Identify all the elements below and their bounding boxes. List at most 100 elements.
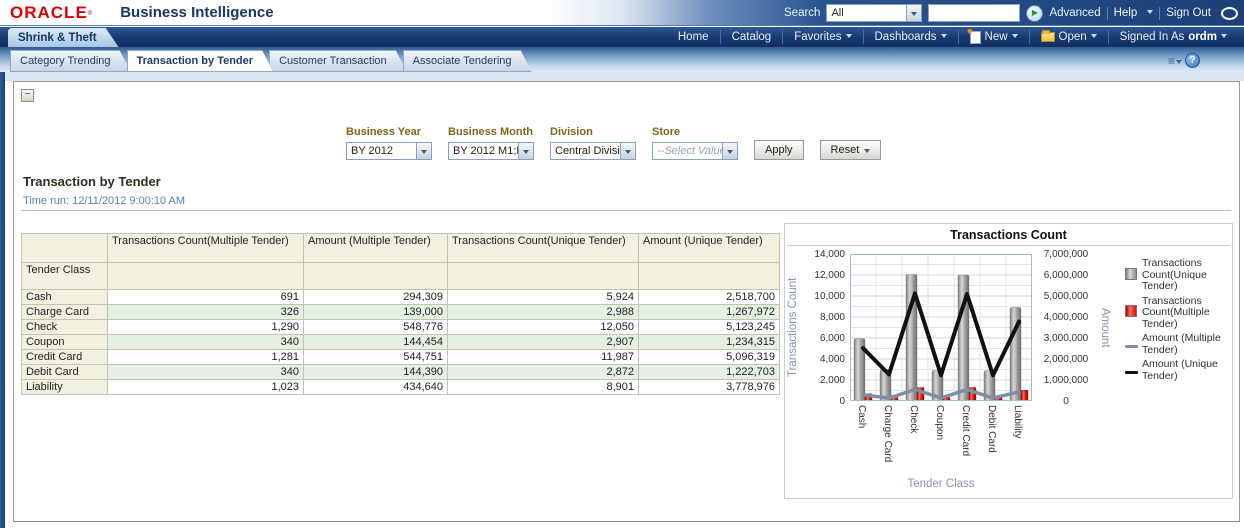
x-axis-label: Credit Card — [960, 405, 971, 471]
nav-item-open[interactable]: Open — [1029, 30, 1108, 44]
tab-category-trending[interactable]: Category Trending — [10, 50, 131, 72]
sign-out-link[interactable]: Sign Out — [1166, 7, 1211, 19]
page-tools: ≡ ? — [1168, 53, 1200, 68]
chevron-down-icon — [864, 149, 870, 156]
right-axis-tick: 7,000,000 — [1035, 249, 1097, 260]
plot-area — [850, 254, 1032, 404]
table-row: Coupon340144,4542,9071,234,315 — [22, 335, 780, 350]
left-edge-stripe — [0, 72, 5, 528]
chevron-down-icon — [1012, 34, 1018, 41]
left-axis-tick: 10,000 — [799, 291, 845, 302]
right-axis-title: Amount — [1099, 254, 1111, 401]
legend-label: Transactions Count(Unique Tender) — [1142, 258, 1228, 293]
nav-item-label: Open — [1059, 31, 1087, 43]
nav-item-home[interactable]: Home — [667, 30, 720, 44]
nav-item-signed-in-as[interactable]: Signed In Asordm — [1108, 30, 1238, 44]
data-cell: 294,309 — [304, 290, 448, 305]
play-icon: ▶ — [1032, 9, 1038, 17]
search-input[interactable] — [928, 4, 1020, 22]
tab-customer-transaction[interactable]: Customer Transaction — [269, 50, 407, 72]
legend-line-swatch — [1125, 371, 1138, 374]
column-header: Amount (Multiple Tender) — [304, 234, 448, 263]
nav-item-label: Home — [678, 31, 709, 43]
divider — [787, 245, 1230, 246]
data-cell: 1,023 — [108, 380, 304, 395]
signed-in-user: ordm — [1188, 31, 1217, 43]
right-axis-tick: 0 — [1035, 396, 1097, 407]
user-icon — [1221, 7, 1238, 20]
help-icon[interactable]: ? — [1185, 53, 1200, 68]
right-axis-tick: 2,000,000 — [1035, 354, 1097, 365]
chart-legend: Transactions Count(Unique Tender)Transac… — [1125, 258, 1231, 385]
help-menu[interactable]: Help — [1114, 7, 1138, 19]
row-label: Debit Card — [22, 365, 108, 380]
dashboard-page-tab[interactable]: Shrink & Theft — [8, 28, 119, 47]
nav-item-favorites[interactable]: Favorites — [782, 30, 862, 44]
apply-button[interactable]: Apply — [754, 140, 804, 160]
pivot-table-wrap: Transactions Count(Multiple Tender)Amoun… — [21, 233, 780, 395]
data-cell: 326 — [108, 305, 304, 320]
filter-label: Business Year — [346, 126, 432, 138]
nav-item-label: Dashboards — [875, 31, 937, 43]
open-folder-icon — [1041, 32, 1055, 42]
nav-item-dashboards[interactable]: Dashboards — [863, 30, 958, 44]
search-scope-select[interactable]: All — [826, 4, 922, 22]
time-run-label: Time run: 12/11/2012 9:00:10 AM — [23, 195, 185, 207]
filter-division: DivisionCentral Division — [550, 126, 636, 160]
data-cell: 2,988 — [448, 305, 639, 320]
data-cell: 144,454 — [304, 335, 448, 350]
reset-button[interactable]: Reset — [820, 140, 882, 160]
data-cell: 5,123,245 — [639, 320, 780, 335]
filter-business-year: Business Year BY 2012 — [346, 126, 432, 160]
nav-item-catalog[interactable]: Catalog — [720, 30, 783, 44]
chevron-down-icon[interactable] — [620, 143, 635, 159]
data-cell: 340 — [108, 335, 304, 350]
advanced-link[interactable]: Advanced — [1049, 7, 1100, 19]
column-header: Transactions Count(Unique Tender) — [448, 234, 639, 263]
data-cell: 5,924 — [448, 290, 639, 305]
nav-item-label: Signed In As — [1120, 31, 1185, 43]
page-options-icon[interactable]: ≡ — [1168, 54, 1175, 68]
data-cell: 1,267,972 — [639, 305, 780, 320]
x-axis-label: Cash — [856, 405, 867, 471]
product-title: Business Intelligence — [120, 4, 273, 21]
collapse-section-button[interactable]: − — [21, 89, 34, 102]
new-document-icon — [970, 31, 981, 44]
main-nav-bar: Shrink & Theft Home CatalogFavorites Dashb… — [0, 27, 1244, 47]
nav-item-label: New — [985, 31, 1008, 43]
registered-mark: ® — [88, 11, 92, 17]
filter-select[interactable]: --Select Value-- — [652, 142, 738, 160]
transactions-chart: Transactions Count Transactions Count Am… — [784, 223, 1233, 499]
tab-associate-tendering[interactable]: Associate Tendering — [403, 50, 532, 72]
x-axis-label: Coupon — [934, 405, 945, 471]
x-axis-label: Check — [908, 405, 919, 471]
data-cell: 691 — [108, 290, 304, 305]
search-go-button[interactable]: ▶ — [1026, 5, 1043, 22]
tender-table: Transactions Count(Multiple Tender)Amoun… — [21, 233, 780, 395]
filter-select[interactable]: BY 2012 — [346, 142, 432, 160]
chevron-down-icon[interactable] — [518, 143, 533, 159]
data-cell: 139,000 — [304, 305, 448, 320]
filter-select[interactable]: BY 2012 M1;BY 2 — [448, 142, 534, 160]
chevron-down-icon[interactable] — [722, 143, 737, 159]
chevron-down-icon[interactable] — [906, 5, 921, 21]
nav-item-new[interactable]: New — [958, 30, 1029, 44]
data-cell: 2,907 — [448, 335, 639, 350]
corner-header-cell — [22, 234, 108, 263]
legend-entry: Amount (Multiple Tender) — [1125, 333, 1231, 356]
data-cell: 144,390 — [304, 365, 448, 380]
filter-select[interactable]: Central Division — [550, 142, 636, 160]
data-cell: 3,778,976 — [639, 380, 780, 395]
row-label: Liability — [22, 380, 108, 395]
filter-business-month: Business MonthBY 2012 M1;BY 2 — [448, 126, 534, 160]
table-row: Liability1,023434,6408,9013,778,976 — [22, 380, 780, 395]
right-axis-tick: 3,000,000 — [1035, 333, 1097, 344]
tab-transaction-by-tender[interactable]: Transaction by Tender — [127, 50, 274, 72]
right-axis-tick: 4,000,000 — [1035, 312, 1097, 323]
chevron-down-icon[interactable] — [416, 143, 431, 159]
right-axis-tick: 6,000,000 — [1035, 270, 1097, 281]
plot-svg — [850, 254, 1032, 401]
filter-fields: Business Year BY 2012 Business MonthBY 201… — [346, 126, 738, 160]
brand: ORACLE® Business Intelligence — [0, 3, 274, 23]
dashboard-panel: − Business Year BY 2012 Business MonthBY 2… — [13, 81, 1240, 522]
